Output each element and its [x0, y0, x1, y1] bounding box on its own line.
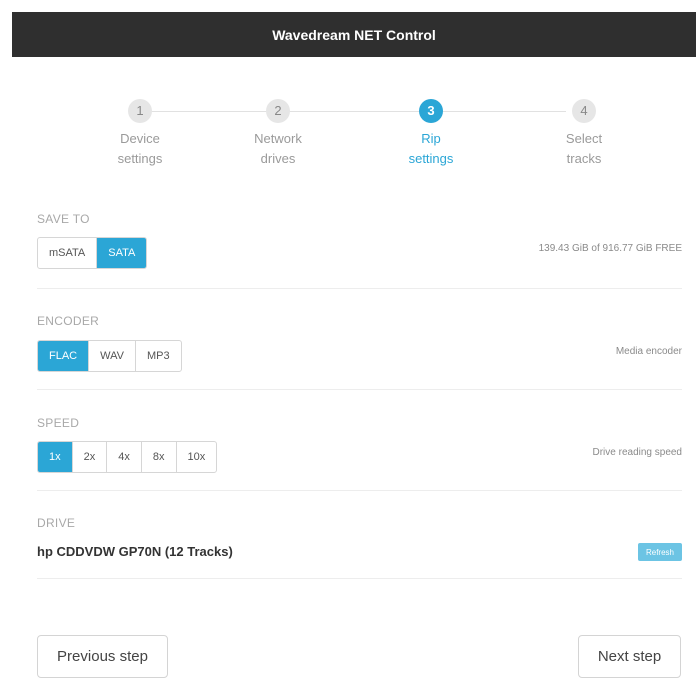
- app-title: Wavedream NET Control: [272, 26, 436, 43]
- speed-8x-option[interactable]: 8x: [142, 442, 177, 472]
- step-label: Rip settings: [408, 131, 454, 166]
- section-divider: [37, 578, 682, 579]
- step-label: Device settings: [117, 131, 163, 166]
- step-select-tracks[interactable]: 4 Select tracks: [539, 96, 629, 169]
- previous-step-button[interactable]: Previous step: [37, 635, 168, 678]
- step-number: 1: [128, 99, 152, 123]
- app-header: Wavedream NET Control: [12, 12, 696, 57]
- section-title: ENCODER: [37, 314, 100, 328]
- encoder-section: ENCODER FLAC WAV MP3 Media encoder: [37, 314, 682, 384]
- save-to-sata-option[interactable]: SATA: [97, 238, 147, 268]
- step-number: 4: [572, 99, 596, 123]
- encoder-info-text: Media encoder: [615, 346, 682, 357]
- section-divider: [37, 389, 682, 390]
- step-network-drives[interactable]: 2 Network drives: [233, 96, 323, 169]
- speed-1x-option[interactable]: 1x: [38, 442, 73, 472]
- encoder-mp3-option[interactable]: MP3: [136, 341, 181, 371]
- next-step-button[interactable]: Next step: [578, 635, 681, 678]
- step-number: 3: [419, 99, 443, 123]
- step-device-settings[interactable]: 1 Device settings: [95, 96, 185, 169]
- drive-name: hp CDDVDW GP70N (12 Tracks): [37, 544, 233, 559]
- save-to-section: SAVE TO mSATA SATA 139.43 GiB of 916.77 …: [37, 212, 682, 282]
- section-divider: [37, 288, 682, 289]
- stepper-line: [140, 111, 566, 112]
- drive-section: DRIVE hp CDDVDW GP70N (12 Tracks) Refres…: [37, 516, 682, 576]
- encoder-wav-option[interactable]: WAV: [89, 341, 136, 371]
- speed-section: SPEED 1x 2x 4x 8x 10x Drive reading spee…: [37, 416, 682, 486]
- wizard-stepper: 1 Device settings 2 Network drives 3 Rip…: [12, 96, 696, 186]
- speed-toggle: 1x 2x 4x 8x 10x: [37, 441, 218, 473]
- section-title: SPEED: [37, 416, 80, 430]
- speed-2x-option[interactable]: 2x: [73, 442, 108, 472]
- speed-10x-option[interactable]: 10x: [177, 442, 217, 472]
- step-rip-settings[interactable]: 3 Rip settings: [386, 96, 476, 169]
- save-to-msata-option[interactable]: mSATA: [38, 238, 98, 268]
- section-divider: [37, 490, 682, 491]
- refresh-button[interactable]: Refresh: [638, 543, 682, 561]
- section-title: SAVE TO: [37, 212, 90, 226]
- encoder-flac-option[interactable]: FLAC: [38, 341, 90, 371]
- free-space-text: 139.43 GiB of 916.77 GiB FREE: [538, 243, 682, 254]
- encoder-toggle: FLAC WAV MP3: [37, 340, 182, 372]
- section-title: DRIVE: [37, 516, 76, 530]
- speed-info-text: Drive reading speed: [592, 447, 683, 458]
- step-label: Select tracks: [565, 131, 603, 166]
- save-to-toggle: mSATA SATA: [37, 237, 148, 269]
- step-label: Network drives: [254, 131, 302, 166]
- step-number: 2: [266, 99, 290, 123]
- speed-4x-option[interactable]: 4x: [107, 442, 142, 472]
